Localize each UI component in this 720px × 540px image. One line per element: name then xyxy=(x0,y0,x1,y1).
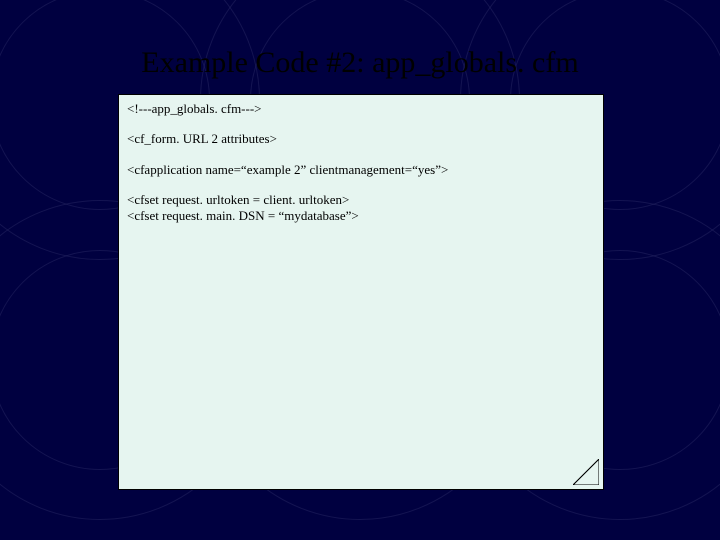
code-line: <cfset request. main. DSN = “mydatabase”… xyxy=(127,208,595,224)
code-block: <!---app_globals. cfm---> <cf_form. URL … xyxy=(118,94,604,490)
code-line: <!---app_globals. cfm---> xyxy=(127,101,595,117)
code-line: <cfapplication name=“example 2” clientma… xyxy=(127,162,595,178)
code-line: <cfset request. urltoken = client. urlto… xyxy=(127,192,595,208)
page-curl-icon xyxy=(573,459,599,485)
code-line: <cf_form. URL 2 attributes> xyxy=(127,131,595,147)
slide-title: Example Code #2: app_globals. cfm xyxy=(0,46,720,80)
